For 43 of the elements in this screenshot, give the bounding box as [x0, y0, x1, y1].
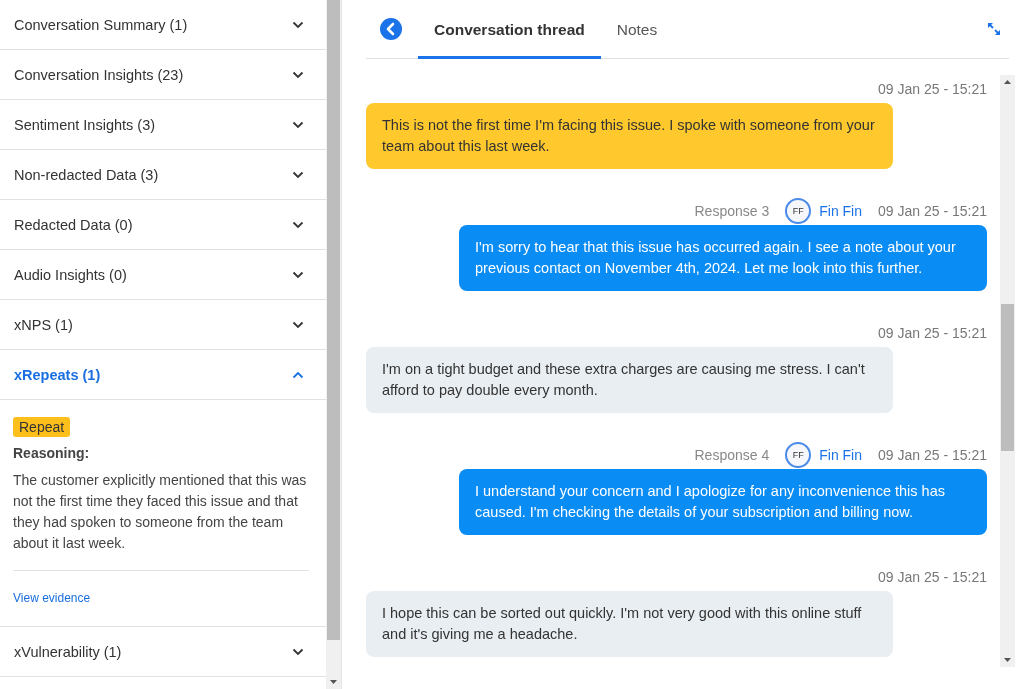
avatar: FF	[785, 442, 812, 468]
customer-message: I'm on a tight budget and these extra charges are causing me stress. I can't afford to pay double every month.	[366, 347, 893, 413]
chevron-down-icon	[292, 647, 304, 656]
chevron-down-icon	[292, 220, 304, 229]
reasoning-label: Reasoning:	[13, 445, 91, 461]
repeat-tag: Repeat	[13, 417, 71, 437]
chevron-down-icon	[292, 270, 304, 279]
chevron-down-icon	[292, 20, 304, 29]
customer-message: This is not the first time I'm facing this issue. I spoke with someone from your team about this last week.	[366, 103, 893, 169]
accordion-header[interactable]: Conversation Summary (1)	[0, 0, 326, 49]
accordion-header[interactable]: xVulnerability (1)	[0, 627, 326, 676]
scrollbar-thumb[interactable]	[327, 0, 340, 640]
timestamp: 09 Jan 25 - 15:21	[878, 569, 987, 585]
chevron-up-icon	[292, 370, 304, 379]
timestamp: 09 Jan 25 - 15:21	[878, 447, 987, 463]
timestamp: 09 Jan 25 - 15:21	[878, 325, 987, 341]
accordion-header[interactable]: Conversation Insights (23)	[0, 50, 326, 99]
chevron-down-icon	[292, 170, 304, 179]
agent-message: I'm sorry to hear that this issue has occurred again. I see a note about your previous contact on November 4th, 2024. Let me look into this further.	[459, 225, 987, 291]
accordion-header[interactable]: Non-redacted Data (3)	[0, 150, 326, 199]
avatar: FF	[785, 198, 812, 224]
reasoning-text: The customer explicitly mentioned that this was not the first time they faced this issue and that they had spoken to someone from the team about it last week.	[13, 470, 309, 571]
agent-name: Fin Fin	[819, 203, 862, 219]
scrollbar-thumb[interactable]	[1001, 304, 1014, 451]
chevron-down-icon	[292, 120, 304, 129]
accordion-header[interactable]: Audio Insights (0)	[0, 250, 326, 299]
response-label: Response 4	[694, 447, 770, 463]
timestamp: 09 Jan 25 - 15:21	[878, 81, 987, 97]
accordion-header[interactable]: Redacted Data (0)	[0, 200, 326, 249]
response-label: Response 3	[694, 203, 770, 219]
tab[interactable]: Conversation thread	[418, 0, 601, 59]
expand-icon[interactable]	[987, 22, 1001, 36]
back-icon[interactable]	[380, 18, 402, 40]
agent-message: I understand your concern and I apologize for any inconvenience this has caused. I'm checking the details of your subscription and billing now.	[459, 469, 987, 535]
view-evidence-link[interactable]: View evidence	[13, 591, 91, 605]
chevron-down-icon	[292, 320, 304, 329]
accordion-header[interactable]: xNPS (1)	[0, 300, 326, 349]
customer-message: I hope this can be sorted out quickly. I'm not very good with this online stuff and it's giving me a headache.	[366, 591, 893, 657]
timestamp: 09 Jan 25 - 15:21	[878, 203, 987, 219]
agent-name: Fin Fin	[819, 447, 862, 463]
chevron-down-icon	[292, 70, 304, 79]
accordion-header[interactable]: Sentiment Insights (3)	[0, 100, 326, 149]
tab[interactable]: Notes	[600, 0, 674, 59]
